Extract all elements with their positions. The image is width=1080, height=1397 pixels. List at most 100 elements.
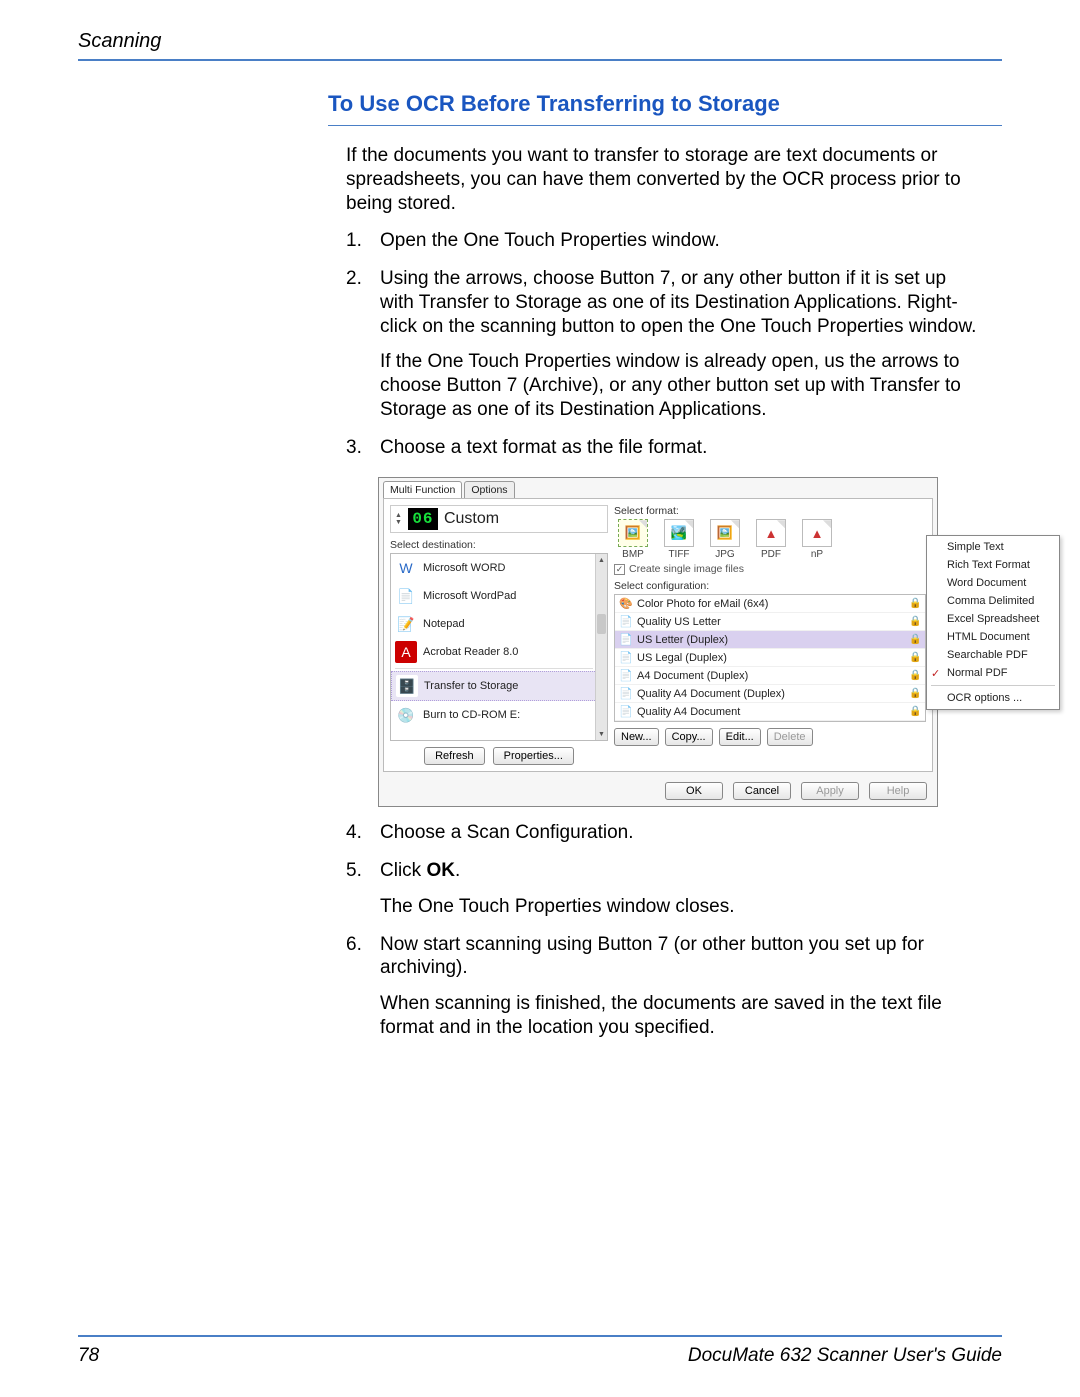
scroll-up-icon[interactable]: ▲ [596,554,607,566]
format-label: TIFF [668,549,689,560]
dest-notepad[interactable]: 📝 Notepad [391,610,607,638]
format-label: JPG [715,549,734,560]
jpg-icon: 🖼️ [710,519,740,547]
help-button[interactable]: Help [869,782,927,800]
select-destination-label: Select destination: [390,539,608,551]
cfg-label: A4 Document (Duplex) [637,670,905,682]
footer-rule [78,1335,1002,1337]
format-label: nP [811,549,823,560]
step-1: 1. Open the One Touch Properties window. [346,229,982,253]
step-5: 5. Click OK. The One Touch Properties wi… [346,859,982,919]
ctx-csv[interactable]: Comma Delimited [927,592,1059,610]
step-3: 3. Choose a text format as the file form… [346,436,982,460]
ctx-word-doc[interactable]: Word Document [927,574,1059,592]
page-footer: 78 DocuMate 632 Scanner User's Guide [78,1345,1002,1367]
cfg-color-photo[interactable]: 🎨 Color Photo for eMail (6x4) 🔒 [615,595,925,613]
cfg-a4-duplex[interactable]: 📄 A4 Document (Duplex) 🔒 [615,667,925,685]
dest-label: Notepad [423,618,465,630]
refresh-button[interactable]: Refresh [424,747,485,765]
cfg-label: Quality A4 Document (Duplex) [637,688,905,700]
ok-button[interactable]: OK [665,782,723,800]
properties-dialog: Multi Function Options ▲ ▼ 06 Custom Sel… [378,477,938,807]
cfg-label: US Legal (Duplex) [637,652,905,664]
word-icon: W [395,557,417,579]
step-number: 4. [346,821,370,845]
ctx-rtf[interactable]: Rich Text Format [927,556,1059,574]
ctx-excel[interactable]: Excel Spreadsheet [927,610,1059,628]
ctx-ocr-options[interactable]: OCR options ... [927,689,1059,707]
cancel-button[interactable]: Cancel [733,782,791,800]
lock-icon: 🔒 [909,598,921,609]
cfg-us-letter-duplex[interactable]: 📄US Letter (Duplex)🔒 [615,631,925,649]
format-jpg[interactable]: 🖼️ JPG [706,519,744,560]
format-bmp[interactable]: 🖼️ BMP [614,519,652,560]
dest-wordpad[interactable]: 📄 Microsoft WordPad [391,582,607,610]
tab-multi-function[interactable]: Multi Function [383,481,462,498]
cfg-quality-us[interactable]: 📄Quality US Letter🔒 [615,613,925,631]
tab-strip: Multi Function Options [379,478,937,498]
configuration-list[interactable]: 🎨 Color Photo for eMail (6x4) 🔒 📄Quality U… [614,594,926,722]
scrollbar[interactable]: ▲ ▼ [595,554,607,740]
delete-button[interactable]: Delete [767,728,813,746]
copy-button[interactable]: Copy... [665,728,713,746]
cfg-us-legal-duplex[interactable]: 📄US Legal (Duplex)🔒 [615,649,925,667]
format-label: PDF [761,549,781,560]
button-up-icon[interactable]: ▲ [395,512,402,519]
ctx-label: Normal PDF [947,667,1008,679]
cfg-quality-a4-duplex[interactable]: 📄Quality A4 Document (Duplex)🔒 [615,685,925,703]
ctx-normal-pdf[interactable]: ✓Normal PDF [927,664,1059,682]
page-title: To Use OCR Before Transferring to Storag… [328,91,1002,126]
page-icon: 📄 [619,633,633,646]
header-rule [78,59,1002,61]
format-tiff[interactable]: 🏞️ TIFF [660,519,698,560]
new-button[interactable]: New... [614,728,659,746]
lock-icon: 🔒 [909,670,921,681]
cfg-label: Color Photo for eMail (6x4) [637,598,905,610]
format-np[interactable]: ▲ nP [798,519,836,560]
dest-label: Acrobat Reader 8.0 [423,646,518,658]
apply-button[interactable]: Apply [801,782,859,800]
format-label: BMP [622,549,644,560]
step-text: Choose a Scan Configuration. [380,821,634,845]
page-icon: 📄 [619,669,633,682]
ctx-simple-text[interactable]: Simple Text [927,538,1059,556]
select-configuration-label: Select configuration: [614,580,926,592]
step-text: Using the arrows, choose Button 7, or an… [380,267,982,338]
wordpad-icon: 📄 [395,585,417,607]
scroll-thumb[interactable] [597,614,606,634]
color-icon: 🎨 [619,597,633,610]
create-single-checkbox-row[interactable]: ✓ Create single image files [614,563,926,575]
dest-acrobat[interactable]: A Acrobat Reader 8.0 [391,638,607,666]
np-icon: ▲ [802,519,832,547]
dest-separator [395,668,593,669]
page-icon: 📄 [619,615,633,628]
dest-burn-cd[interactable]: 💿 Burn to CD-ROM E: [391,701,607,729]
format-pdf[interactable]: ▲ PDF [752,519,790,560]
ctx-searchable-pdf[interactable]: Searchable PDF [927,646,1059,664]
properties-button[interactable]: Properties... [493,747,574,765]
step-text: Open the One Touch Properties window. [380,229,720,253]
step-number: 2. [346,267,370,422]
lock-icon: 🔒 [909,652,921,663]
tab-options[interactable]: Options [464,481,514,498]
ctx-html[interactable]: HTML Document [927,628,1059,646]
step-number: 1. [346,229,370,253]
scroll-down-icon[interactable]: ▼ [596,728,607,740]
tiff-icon: 🏞️ [664,519,694,547]
dest-transfer-storage[interactable]: 🗄️ Transfer to Storage [391,671,607,701]
step-number: 3. [346,436,370,460]
page-icon: 📄 [619,705,633,718]
page-icon: 📄 [619,687,633,700]
cfg-label: Quality A4 Document [637,706,905,718]
cfg-quality-a4[interactable]: 📄Quality A4 Document🔒 [615,703,925,721]
destination-list[interactable]: W Microsoft WORD 📄 Microsoft WordPad 📝 N… [390,553,608,741]
dialog-buttons: OK Cancel Apply Help [379,776,937,806]
checkbox-label: Create single image files [629,563,744,575]
step-6: 6. Now start scanning using Button 7 (or… [346,933,982,1040]
button-down-icon[interactable]: ▼ [395,519,402,526]
edit-button[interactable]: Edit... [719,728,761,746]
dest-label: Burn to CD-ROM E: [423,709,520,721]
checkbox-icon[interactable]: ✓ [614,564,625,575]
dest-word[interactable]: W Microsoft WORD [391,554,607,582]
intro-paragraph: If the documents you want to transfer to… [346,144,982,215]
